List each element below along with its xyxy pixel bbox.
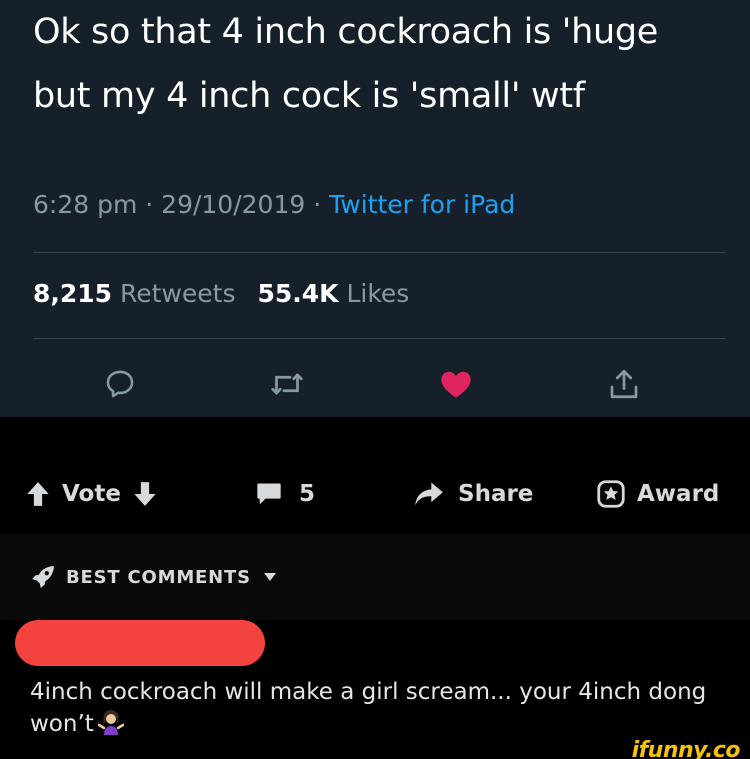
upvote-arrow-icon[interactable] <box>26 481 50 507</box>
retweet-count[interactable]: 8,215 <box>33 279 112 308</box>
heart-icon <box>441 371 471 398</box>
ifunny-watermark: ifunny.co <box>631 738 741 759</box>
award-star-icon <box>597 480 625 508</box>
vote-label: Vote <box>62 481 121 507</box>
downvote-arrow-icon[interactable] <box>133 481 157 507</box>
share-icon <box>610 369 638 399</box>
best-comments-label: BEST COMMENTS <box>66 566 251 588</box>
share-button[interactable] <box>600 360 648 408</box>
caret-down-icon <box>263 573 276 581</box>
retweet-label[interactable]: Retweets <box>120 279 235 308</box>
post-action-bar: Vote 5 Share Award <box>0 417 750 534</box>
share-label: Share <box>458 481 534 507</box>
sort-dropdown[interactable]: BEST COMMENTS <box>30 564 277 590</box>
tweet-actions <box>0 360 750 410</box>
tweet-source-link[interactable]: Twitter for iPad <box>329 190 515 219</box>
tweet-time: 6:28 pm <box>33 190 138 219</box>
like-label[interactable]: Likes <box>346 279 409 308</box>
divider <box>33 252 725 253</box>
tweet-text-line1: Ok so that 4 inch cockroach is 'huge <box>33 12 658 52</box>
tweet-meta: 6:28 pm · 29/10/2019 · Twitter for iPad <box>33 190 515 219</box>
like-count[interactable]: 55.4K <box>257 279 338 308</box>
comment-sort-bar: BEST COMMENTS <box>0 534 750 620</box>
reply-icon <box>106 370 134 398</box>
redacted-username <box>15 620 265 666</box>
tweet-card: Ok so that 4 inch cockroach is 'huge but… <box>0 0 750 417</box>
like-button[interactable] <box>432 360 480 408</box>
rocket-icon <box>32 566 54 588</box>
award-label: Award <box>637 481 720 507</box>
tweet-date: 29/10/2019 <box>161 190 306 219</box>
share-arrow-icon <box>415 482 443 506</box>
woman-shrugging-icon <box>97 709 125 735</box>
reply-button[interactable] <box>96 360 144 408</box>
retweet-button[interactable] <box>263 360 311 408</box>
comment-bubble-icon <box>257 483 281 505</box>
share-post-button[interactable]: Share <box>414 477 545 511</box>
tweet-text-line2: but my 4 inch cock is 'small' wtf <box>33 76 585 116</box>
comments-button[interactable]: 5 <box>255 477 327 511</box>
tweet-text: Ok so that 4 inch cockroach is 'huge but… <box>33 0 733 128</box>
divider <box>33 338 725 339</box>
comment-count: 5 <box>299 481 316 507</box>
retweet-icon <box>271 373 303 395</box>
award-button[interactable]: Award <box>597 477 731 511</box>
meta-separator: · <box>313 190 322 219</box>
comment-text: 4inch cockroach will make a girl scream.… <box>30 679 707 737</box>
vote-control: Vote <box>26 477 157 511</box>
tweet-stats: 8,215 Retweets 55.4K Likes <box>33 279 409 308</box>
comment-body: 4inch cockroach will make a girl scream.… <box>30 676 730 740</box>
meta-separator: · <box>145 190 154 219</box>
